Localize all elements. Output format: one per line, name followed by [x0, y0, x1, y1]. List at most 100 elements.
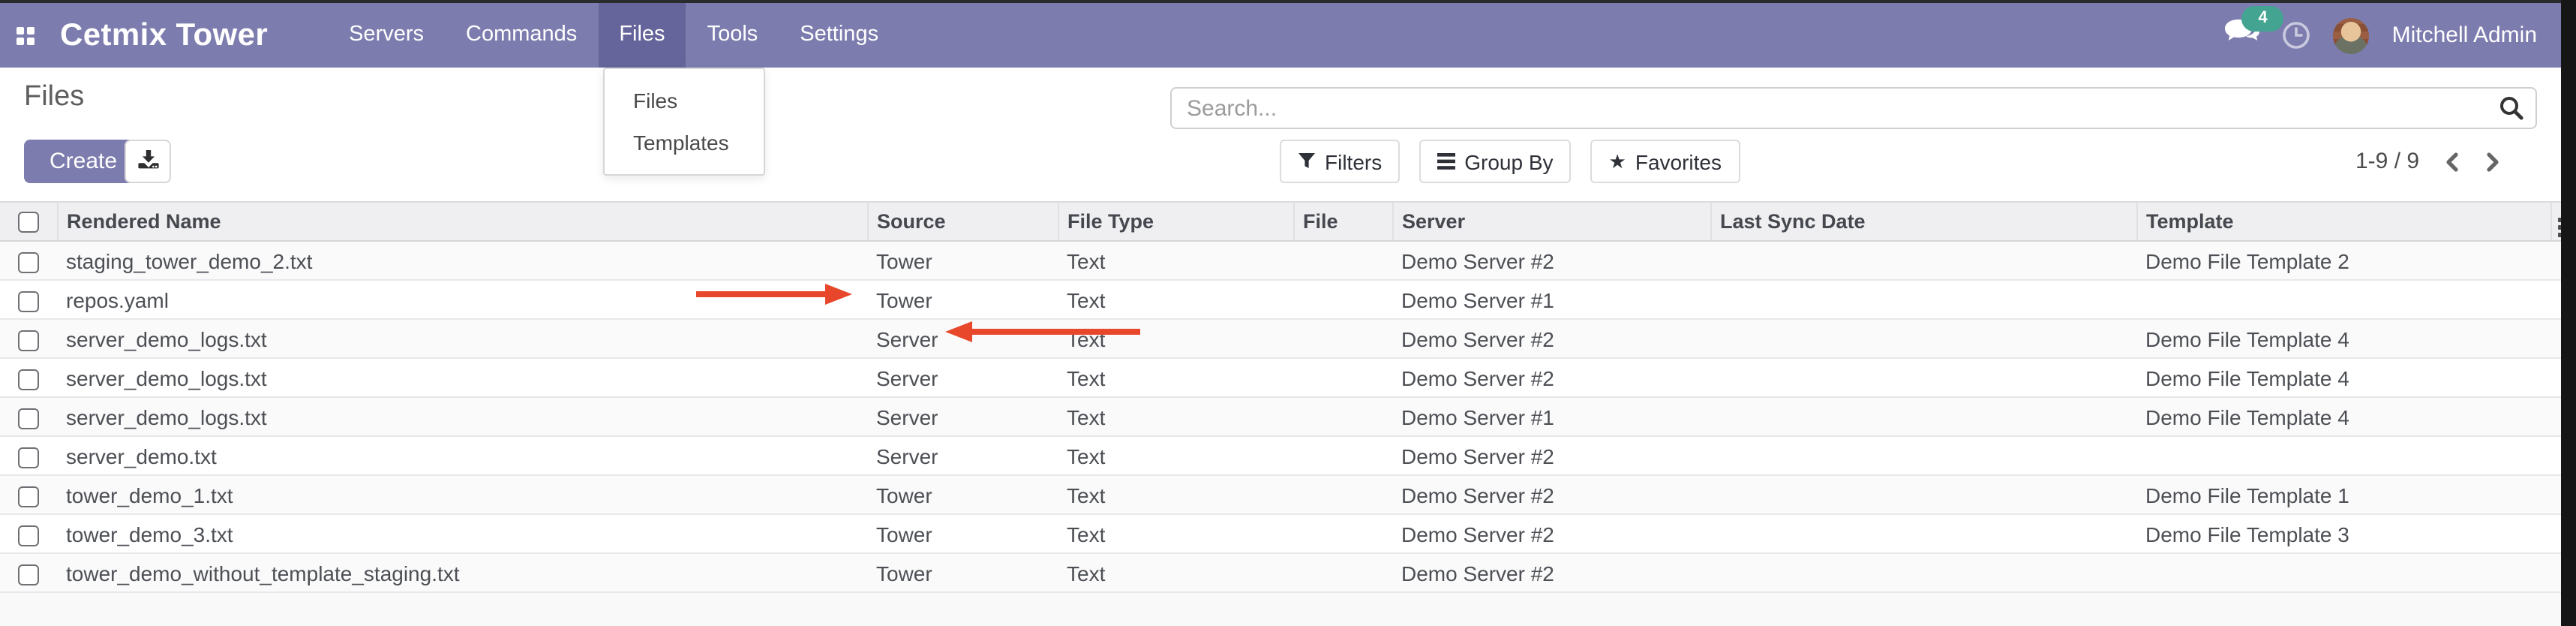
- table-row[interactable]: tower_demo_3.txtTowerText Demo Server #2 D…: [0, 514, 2576, 553]
- cell-template[interactable]: Demo File Template 4: [2136, 397, 2550, 436]
- group-by-button[interactable]: Group By: [1419, 140, 1571, 183]
- row-checkbox[interactable]: [18, 251, 39, 272]
- row-checkbox[interactable]: [18, 369, 39, 390]
- brand-title[interactable]: Cetmix Tower: [60, 17, 268, 53]
- cell-last-sync-date[interactable]: [1710, 280, 2136, 319]
- column-header-rendered-name[interactable]: Rendered Name: [57, 202, 867, 241]
- cell-file-type[interactable]: Text: [1058, 280, 1293, 319]
- cell-template[interactable]: [2136, 280, 2550, 319]
- cell-rendered-name[interactable]: tower_demo_1.txt: [57, 475, 867, 514]
- cell-rendered-name[interactable]: server_demo.txt: [57, 436, 867, 475]
- table-row[interactable]: server_demo_logs.txtServerTextDemo Serve…: [0, 358, 2576, 397]
- cell-rendered-name[interactable]: staging_tower_demo_2.txt: [57, 241, 867, 280]
- cell-rendered-name[interactable]: server_demo_logs.txt: [57, 397, 867, 436]
- cell-template[interactable]: [2136, 553, 2550, 592]
- cell-file[interactable]: [1293, 241, 1392, 280]
- messages-button[interactable]: 4: [2224, 17, 2260, 53]
- import-button[interactable]: [125, 140, 171, 183]
- search-input[interactable]: [1170, 87, 2537, 129]
- cell-template[interactable]: Demo File Template 3: [2136, 514, 2550, 553]
- cell-server[interactable]: Demo Server #1: [1392, 280, 1710, 319]
- cell-file-type[interactable]: Text: [1058, 397, 1293, 436]
- table-row[interactable]: staging_tower_demo_2.txtTowerText Demo Se…: [0, 241, 2576, 280]
- cell-file[interactable]: [1293, 397, 1392, 436]
- cell-source[interactable]: Tower: [867, 475, 1058, 514]
- cell-template[interactable]: Demo File Template 2: [2136, 241, 2550, 280]
- cell-file[interactable]: [1293, 280, 1392, 319]
- cell-source[interactable]: Server: [867, 319, 1058, 358]
- cell-rendered-name[interactable]: server_demo_logs.txt: [57, 319, 867, 358]
- cell-file[interactable]: [1293, 514, 1392, 553]
- search-icon[interactable]: [2499, 96, 2523, 128]
- cell-last-sync-date[interactable]: [1710, 475, 2136, 514]
- filters-button[interactable]: Filters: [1280, 140, 1400, 183]
- cell-file-type[interactable]: Text: [1058, 241, 1293, 280]
- row-checkbox[interactable]: [18, 290, 39, 311]
- cell-server[interactable]: Demo Server #2: [1392, 358, 1710, 397]
- cell-source[interactable]: Tower: [867, 553, 1058, 592]
- cell-file-type[interactable]: Text: [1058, 319, 1293, 358]
- cell-server[interactable]: Demo Server #2: [1392, 553, 1710, 592]
- row-checkbox[interactable]: [18, 486, 39, 507]
- nav-item-settings[interactable]: Settings: [779, 3, 899, 68]
- cell-source[interactable]: Tower: [867, 241, 1058, 280]
- cell-template[interactable]: [2136, 436, 2550, 475]
- table-row[interactable]: server_demo_logs.txtServerText Demo Serve…: [0, 397, 2576, 436]
- cell-server[interactable]: Demo Server #2: [1392, 514, 1710, 553]
- dropdown-item-templates[interactable]: Templates: [605, 122, 764, 164]
- cell-rendered-name[interactable]: tower_demo_without_template_staging.txt: [57, 553, 867, 592]
- select-all-checkbox[interactable]: [18, 212, 39, 233]
- cell-source[interactable]: Server: [867, 358, 1058, 397]
- column-header-source[interactable]: Source: [867, 202, 1058, 241]
- cell-source[interactable]: Server: [867, 436, 1058, 475]
- cell-file[interactable]: [1293, 436, 1392, 475]
- favorites-button[interactable]: ★ Favorites: [1591, 140, 1740, 183]
- apps-grid-icon[interactable]: [17, 26, 35, 44]
- cell-template[interactable]: Demo File Template 4: [2136, 319, 2550, 358]
- dropdown-item-files[interactable]: Files: [605, 80, 764, 122]
- column-header-server[interactable]: Server: [1392, 202, 1710, 241]
- cell-server[interactable]: Demo Server #2: [1392, 319, 1710, 358]
- column-header-file[interactable]: File: [1293, 202, 1392, 241]
- cell-template[interactable]: Demo File Template 4: [2136, 358, 2550, 397]
- cell-last-sync-date[interactable]: [1710, 358, 2136, 397]
- pager-next-icon[interactable]: [2484, 151, 2500, 172]
- column-header-last-sync-date[interactable]: Last Sync Date: [1710, 202, 2136, 241]
- row-checkbox[interactable]: [18, 525, 39, 546]
- user-avatar[interactable]: [2334, 17, 2370, 53]
- cell-last-sync-date[interactable]: [1710, 436, 2136, 475]
- table-row[interactable]: repos.yamlTowerTextDemo Server #1: [0, 280, 2576, 319]
- nav-item-servers[interactable]: Servers: [328, 3, 445, 68]
- table-row[interactable]: tower_demo_without_template_staging.txtT…: [0, 553, 2576, 592]
- cell-source[interactable]: Server: [867, 397, 1058, 436]
- column-header-template[interactable]: Template: [2136, 202, 2550, 241]
- cell-source[interactable]: Tower: [867, 280, 1058, 319]
- row-checkbox[interactable]: [18, 447, 39, 468]
- cell-server[interactable]: Demo Server #1: [1392, 397, 1710, 436]
- cell-server[interactable]: Demo Server #2: [1392, 436, 1710, 475]
- cell-last-sync-date[interactable]: [1710, 319, 2136, 358]
- activities-clock-icon[interactable]: [2283, 21, 2311, 50]
- nav-item-commands[interactable]: Commands: [445, 3, 598, 68]
- cell-server[interactable]: Demo Server #2: [1392, 475, 1710, 514]
- cell-file-type[interactable]: Text: [1058, 553, 1293, 592]
- row-checkbox[interactable]: [18, 408, 39, 429]
- table-row[interactable]: tower_demo_1.txtTowerTextDemo Server #2D…: [0, 475, 2576, 514]
- user-menu[interactable]: Mitchell Admin: [2392, 23, 2537, 48]
- cell-last-sync-date[interactable]: [1710, 553, 2136, 592]
- nav-item-files[interactable]: Files: [598, 3, 686, 68]
- cell-rendered-name[interactable]: tower_demo_3.txt: [57, 514, 867, 553]
- cell-file[interactable]: [1293, 358, 1392, 397]
- cell-file[interactable]: [1293, 319, 1392, 358]
- cell-file-type[interactable]: Text: [1058, 358, 1293, 397]
- cell-last-sync-date[interactable]: [1710, 241, 2136, 280]
- nav-item-tools[interactable]: Tools: [686, 3, 779, 68]
- cell-file[interactable]: [1293, 553, 1392, 592]
- pager-previous-icon[interactable]: [2443, 151, 2460, 172]
- cell-file-type[interactable]: Text: [1058, 436, 1293, 475]
- cell-file[interactable]: [1293, 475, 1392, 514]
- cell-source[interactable]: Tower: [867, 514, 1058, 553]
- cell-file-type[interactable]: Text: [1058, 514, 1293, 553]
- cell-server[interactable]: Demo Server #2: [1392, 241, 1710, 280]
- cell-last-sync-date[interactable]: [1710, 514, 2136, 553]
